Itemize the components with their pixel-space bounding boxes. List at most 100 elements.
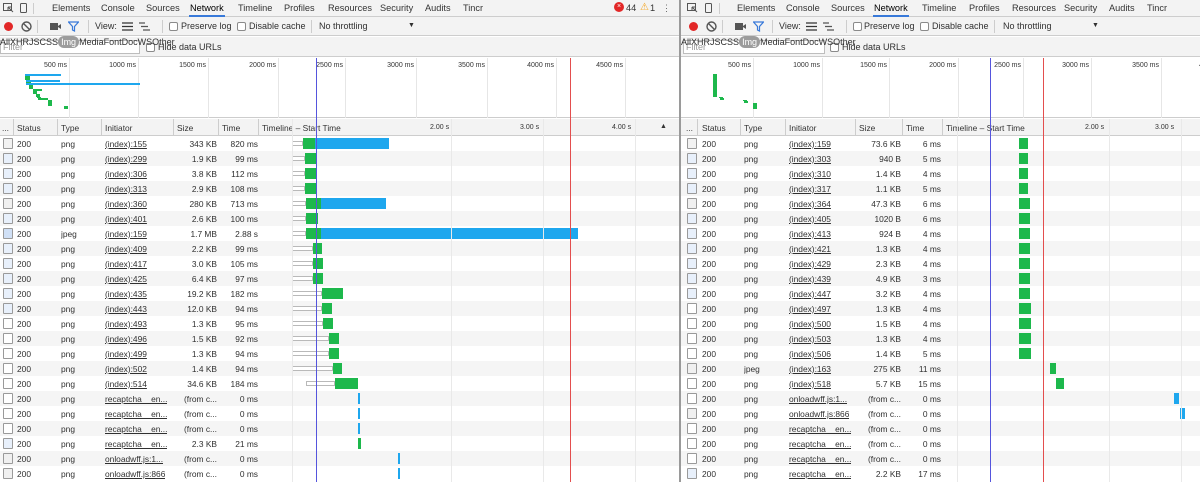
type-filter-css[interactable]: CSS	[40, 37, 59, 47]
table-row[interactable]: 200 png (index):303 940 B 5 ms	[681, 151, 1200, 166]
initiator-link[interactable]: recaptcha__en...	[789, 454, 851, 464]
table-row[interactable]: 200 png onloadwff.js:866 (from c... 0 ms	[681, 406, 1200, 421]
initiator-link[interactable]: (index):401	[105, 214, 147, 224]
table-row[interactable]: 200 png recaptcha__en... (from c... 0 ms	[681, 421, 1200, 436]
sort-indicator-icon[interactable]: ▲	[660, 123, 667, 130]
device-icon[interactable]	[703, 3, 714, 13]
table-row[interactable]: 200 png (index):299 1.9 KB 99 ms	[0, 151, 679, 166]
initiator-link[interactable]: (index):443	[105, 304, 147, 314]
tab-network[interactable]: Network	[189, 3, 225, 17]
initiator-link[interactable]: recaptcha__en...	[105, 409, 167, 419]
warning-icon[interactable]: ⚠	[640, 2, 649, 13]
clear-icon[interactable]	[21, 21, 32, 32]
column-separator[interactable]	[785, 119, 786, 136]
tab-timeline[interactable]: Timeline	[922, 3, 956, 13]
timeline-overview[interactable]: 500 ms 1000 ms 1500 ms 2000 ms 2500 ms 3000 m…	[0, 58, 679, 118]
tab-security[interactable]: Security	[380, 3, 413, 13]
initiator-link[interactable]: (index):364	[789, 199, 831, 209]
table-row[interactable]: 200 png recaptcha__en... (from c... 0 ms	[0, 421, 679, 436]
initiator-link[interactable]: (index):447	[789, 289, 831, 299]
col-status[interactable]: Status	[17, 123, 41, 133]
inspect-icon[interactable]	[3, 3, 14, 13]
preserve-log-checkbox[interactable]	[169, 22, 178, 31]
tab-security[interactable]: Security	[1064, 3, 1097, 13]
error-icon[interactable]: ×	[614, 2, 624, 12]
throttling-select[interactable]: No throttling	[1003, 21, 1052, 31]
table-row[interactable]: 200 png (index):443 12.0 KB 94 ms	[0, 301, 679, 316]
col-time[interactable]: Time	[906, 123, 924, 133]
warning-count[interactable]: 1	[650, 3, 655, 13]
col-type[interactable]: Type	[744, 123, 762, 133]
initiator-link[interactable]: (index):303	[789, 154, 831, 164]
table-row[interactable]: 200 png (index):413 924 B 4 ms	[681, 226, 1200, 241]
camera-icon[interactable]	[50, 22, 61, 31]
column-separator[interactable]	[218, 119, 219, 136]
table-row[interactable]: 200 png recaptcha__en... (from c... 0 ms	[681, 451, 1200, 466]
type-filter-img[interactable]: Img	[739, 36, 761, 48]
disable-cache-checkbox[interactable]	[920, 22, 929, 31]
col-more[interactable]: ...	[2, 123, 9, 133]
initiator-link[interactable]: onloadwff.js:866	[105, 469, 165, 479]
tab-audits[interactable]: Audits	[1109, 3, 1135, 13]
initiator-link[interactable]: (index):163	[789, 364, 831, 374]
type-filter-other[interactable]: Other	[833, 37, 856, 47]
initiator-link[interactable]: (index):310	[789, 169, 831, 179]
throttling-select[interactable]: No throttling	[319, 21, 368, 31]
table-row[interactable]: 200 png (index):499 1.3 KB 94 ms	[0, 346, 679, 361]
error-count[interactable]: 44	[626, 3, 636, 13]
table-row[interactable]: 200 png (index):500 1.5 KB 4 ms	[681, 316, 1200, 331]
timeline-overview[interactable]: 500 ms 1000 ms 1500 ms 2000 ms 2500 ms 3000 m…	[681, 58, 1200, 118]
type-filter-other[interactable]: Other	[152, 37, 175, 47]
record-icon[interactable]	[4, 22, 13, 31]
initiator-link[interactable]: (index):405	[789, 214, 831, 224]
col-initiator[interactable]: Initiator	[105, 123, 132, 133]
tab-console[interactable]: Console	[101, 3, 135, 13]
initiator-link[interactable]: recaptcha__en...	[789, 439, 851, 449]
tab-resources[interactable]: Resources	[1012, 3, 1056, 13]
tab-network[interactable]: Network	[873, 3, 909, 17]
initiator-link[interactable]: recaptcha__en...	[105, 439, 167, 449]
preserve-log-checkbox[interactable]	[853, 22, 862, 31]
initiator-link[interactable]: recaptcha__en...	[105, 424, 167, 434]
filter-icon[interactable]	[753, 21, 764, 32]
table-row[interactable]: 200 png (index):155 343 KB 820 ms	[0, 136, 679, 151]
table-row[interactable]: 200 jpeg (index):163 275 KB 11 ms	[681, 361, 1200, 376]
type-filter-img[interactable]: Img	[58, 36, 80, 48]
type-filter-xhr[interactable]: XHR	[10, 37, 29, 47]
table-row[interactable]: 200 jpeg (index):159 1.7 MB 2.88 s	[0, 226, 679, 241]
type-filter-media[interactable]: Media	[79, 37, 104, 47]
column-separator[interactable]	[173, 119, 174, 136]
table-row[interactable]: 200 png (index):435 19.2 KB 182 ms	[0, 286, 679, 301]
device-icon[interactable]	[18, 3, 29, 13]
disable-cache-label[interactable]: Disable cache	[932, 21, 989, 31]
table-row[interactable]: 200 png recaptcha__en... 2.2 KB 17 ms	[681, 466, 1200, 481]
large-rows-icon[interactable]	[806, 22, 817, 31]
inspect-icon[interactable]	[687, 3, 698, 13]
initiator-link[interactable]: recaptcha__en...	[789, 469, 851, 479]
table-row[interactable]: 200 png (index):518 5.7 KB 15 ms	[681, 376, 1200, 391]
tab-profiles[interactable]: Profiles	[284, 3, 315, 13]
camera-icon[interactable]	[735, 22, 746, 31]
table-row[interactable]: 200 png (index):364 47.3 KB 6 ms	[681, 196, 1200, 211]
type-filter-ws[interactable]: WS	[138, 37, 153, 47]
initiator-link[interactable]: (index):417	[105, 259, 147, 269]
initiator-link[interactable]: (index):425	[105, 274, 147, 284]
disable-cache-label[interactable]: Disable cache	[249, 21, 306, 31]
col-size[interactable]: Size	[859, 123, 875, 133]
type-filter-doc[interactable]: Doc	[122, 37, 138, 47]
table-row[interactable]: 200 png (index):425 6.4 KB 97 ms	[0, 271, 679, 286]
column-separator[interactable]	[57, 119, 58, 136]
type-filter-xhr[interactable]: XHR	[691, 37, 710, 47]
table-row[interactable]: 200 png (index):313 2.9 KB 108 ms	[0, 181, 679, 196]
table-row[interactable]: 200 png recaptcha__en... (from c... 0 ms	[0, 406, 679, 421]
column-separator[interactable]	[902, 119, 903, 136]
initiator-link[interactable]: onloadwff.js:866	[789, 409, 849, 419]
initiator-link[interactable]: recaptcha__en...	[789, 424, 851, 434]
table-row[interactable]: 200 png (index):496 1.5 KB 92 ms	[0, 331, 679, 346]
initiator-link[interactable]: (index):497	[789, 304, 831, 314]
dropdown-icon[interactable]: ▼	[408, 22, 415, 29]
table-row[interactable]: 200 png (index):429 2.3 KB 4 ms	[681, 256, 1200, 271]
col-type[interactable]: Type	[61, 123, 79, 133]
tab-sources[interactable]: Sources	[831, 3, 865, 13]
table-row[interactable]: 200 png (index):306 3.8 KB 112 ms	[0, 166, 679, 181]
